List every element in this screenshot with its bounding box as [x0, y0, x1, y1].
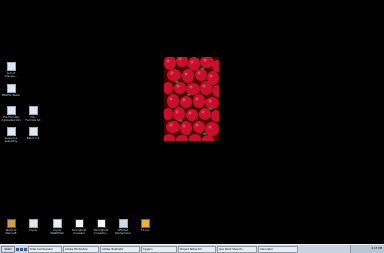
clock[interactable]: 4:15 PM	[372, 247, 382, 250]
strawberries-image	[164, 57, 219, 141]
desktop-icon-stronghold-crusader-2[interactable]: Stronghold Crusader...	[90, 219, 112, 235]
taskbar: Start Total Commander Adobe Photoshop Ad…	[0, 244, 384, 253]
text-file-icon	[28, 106, 38, 115]
browser-icon[interactable]	[20, 247, 23, 251]
show-desktop-icon[interactable]	[16, 247, 19, 251]
desktop-icon-tx-ice[interactable]: TX-Ice	[134, 219, 156, 232]
desktop-icon-afflicted-warhammer[interactable]: Afflicted Warhammer	[112, 219, 134, 235]
document-icon	[6, 106, 16, 115]
application-icon	[6, 84, 16, 93]
strawberry-wallpaper	[164, 57, 219, 141]
game-icon	[74, 219, 84, 228]
application-icon	[140, 219, 150, 228]
text-file-icon	[28, 127, 38, 136]
taskbar-item-cygwin[interactable]: Cygwin	[141, 245, 177, 253]
taskbar-item-calculator[interactable]: Calculator	[258, 245, 298, 253]
game-icon	[52, 219, 62, 228]
desktop-icon-stronghold-crusader[interactable]: Stronghold Crusader	[68, 219, 90, 235]
start-button[interactable]: Start	[1, 245, 15, 253]
taskbar-item-illustrator[interactable]: Adobe Illustrator	[100, 245, 140, 253]
taskbar-item-total-commander[interactable]: Total Commander	[28, 245, 62, 253]
desktop-icon-pngfile-tester[interactable]: PNGFile Tester	[0, 84, 22, 97]
taskbar-item-paint-shop-pro[interactable]: Jasc Paint Shop Pr...	[217, 245, 257, 253]
desktop-icon-file-formats[interactable]: File Formats (Uploaded list)	[0, 106, 22, 122]
game-icon	[6, 219, 16, 228]
system-tray: 4:15 PM	[350, 245, 384, 253]
desktop-icon-doc-formats[interactable]: Doc Formats.txt	[22, 106, 44, 122]
document-icon	[6, 127, 16, 136]
desktop-icon-crysis-warhead[interactable]: Crysis WARHEAD	[46, 219, 68, 235]
taskbar-item-project-notes[interactable]: Project Notes.txt	[178, 245, 216, 253]
desktop-icon-sequence-assembly[interactable]: Sequence assembly	[0, 127, 22, 143]
document-icon	[6, 62, 16, 71]
explorer-icon[interactable]	[24, 247, 27, 251]
game-icon	[28, 219, 38, 228]
desktop-icon-crysis[interactable]: Crysis	[22, 219, 44, 232]
taskbar-item-photoshop[interactable]: Adobe Photoshop	[63, 245, 99, 253]
desktop-icon-batch[interactable]: Batch 1.4	[22, 127, 44, 140]
desktop-icon-world-of-warcraft[interactable]: World of Warcraft	[0, 219, 22, 235]
desktop-icon-list[interactable]: List of Irfanvie...	[0, 62, 22, 78]
game-icon	[118, 219, 128, 228]
game-icon	[96, 219, 106, 228]
